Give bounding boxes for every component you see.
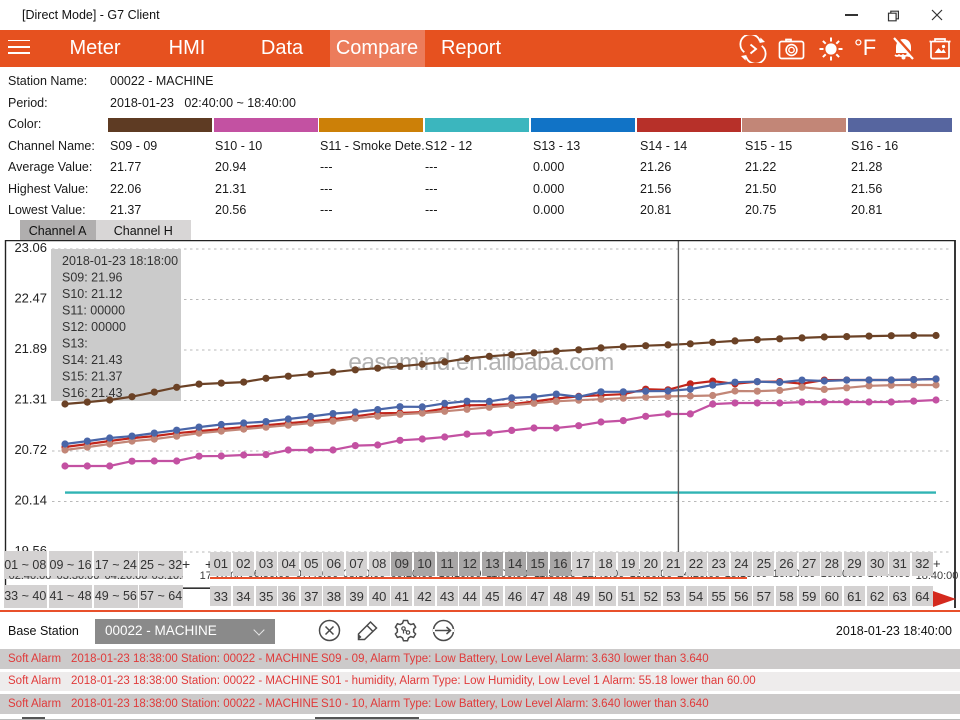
svg-text:2018-01-23 18:18:00: 2018-01-23 18:18:00 xyxy=(62,254,178,268)
svg-text:23.06: 23.06 xyxy=(14,240,47,255)
svg-text:S14: 21.43: S14: 21.43 xyxy=(62,353,123,367)
svg-text:S12: 00000: S12: 00000 xyxy=(62,320,126,334)
svg-text:21.31: 21.31 xyxy=(14,392,47,407)
svg-text:S16: 21.43: S16: 21.43 xyxy=(62,386,123,400)
svg-text:S15: 21.37: S15: 21.37 xyxy=(62,370,123,384)
svg-text:S11: 00000: S11: 00000 xyxy=(62,304,125,318)
svg-text:20.14: 20.14 xyxy=(14,493,47,508)
svg-text:21.89: 21.89 xyxy=(14,341,47,356)
svg-text:S13:: S13: xyxy=(62,337,88,351)
svg-text:20.72: 20.72 xyxy=(14,442,47,457)
svg-text:S09: 21.96: S09: 21.96 xyxy=(62,270,123,284)
svg-text:S10: 21.12: S10: 21.12 xyxy=(62,287,123,301)
svg-text:22.47: 22.47 xyxy=(14,291,47,306)
svg-text:easemind.en.alibaba.com: easemind.en.alibaba.com xyxy=(348,349,613,376)
